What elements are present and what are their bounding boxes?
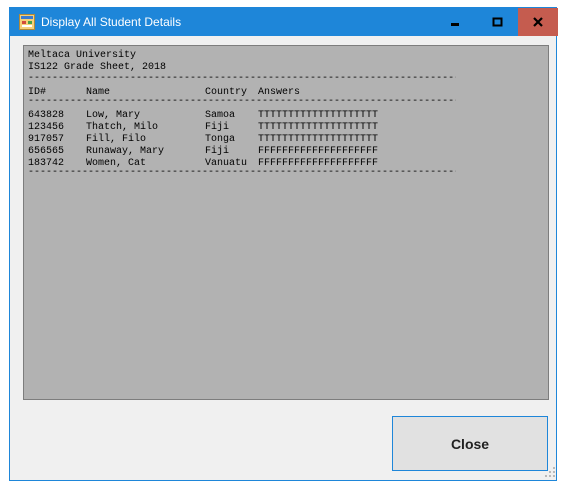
- maximize-button[interactable]: [477, 8, 518, 36]
- minimize-button[interactable]: [435, 8, 476, 36]
- title-bar[interactable]: Display All Student Details: [10, 8, 558, 36]
- app-form-icon: [19, 14, 35, 30]
- close-window-button[interactable]: [518, 8, 558, 36]
- separator-line: ----------------------------------------…: [28, 96, 456, 107]
- close-icon: [533, 17, 543, 27]
- window-title: Display All Student Details: [41, 15, 182, 29]
- separator-line: ----------------------------------------…: [28, 73, 456, 84]
- row-answers: TTTTTTTTTTTTTTTTTTTT: [258, 122, 379, 133]
- row-id: 656565: [28, 146, 65, 157]
- university-name: Meltaca University: [28, 50, 137, 61]
- maximize-icon: [492, 17, 503, 27]
- row-id: 917057: [28, 134, 65, 145]
- row-country: Fiji: [205, 122, 230, 133]
- display-student-details-window: Display All Student Details Meltaca Univ…: [9, 7, 558, 481]
- close-button[interactable]: Close: [392, 416, 548, 471]
- row-name: Fill, Filo: [86, 134, 147, 145]
- row-id: 123456: [28, 122, 65, 133]
- row-answers: TTTTTTTTTTTTTTTTTTTT: [258, 134, 379, 145]
- row-answers: TTTTTTTTTTTTTTTTTTTT: [258, 110, 379, 121]
- row-name: Thatch, Milo: [86, 122, 159, 133]
- row-country: Samoa: [205, 110, 236, 121]
- separator-line: ----------------------------------------…: [28, 167, 456, 178]
- row-id: 643828: [28, 110, 65, 121]
- student-details-display[interactable]: Meltaca University IS122 Grade Sheet, 20…: [23, 45, 549, 400]
- row-answers: FFFFFFFFFFFFFFFFFFFF: [258, 146, 379, 157]
- resize-grip-icon[interactable]: [544, 466, 556, 478]
- row-country: Fiji: [205, 146, 230, 157]
- row-name: Runaway, Mary: [86, 146, 165, 157]
- minimize-icon: [451, 23, 459, 26]
- row-name: Low, Mary: [86, 110, 141, 121]
- row-country: Tonga: [205, 134, 236, 145]
